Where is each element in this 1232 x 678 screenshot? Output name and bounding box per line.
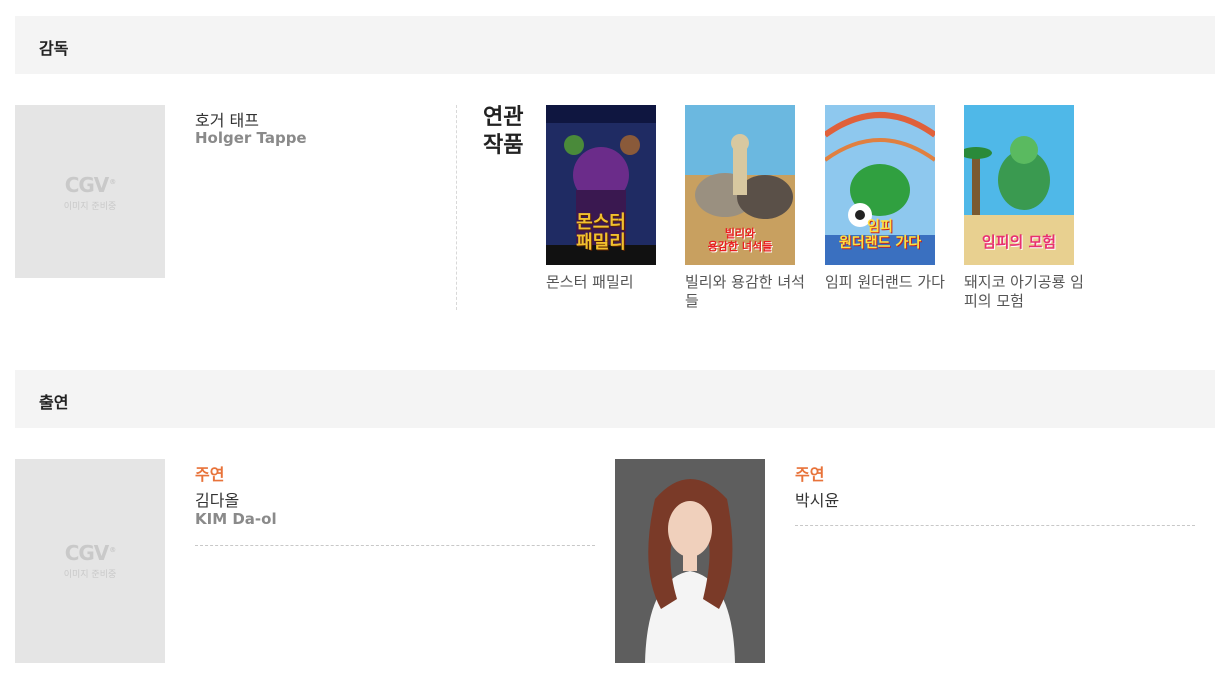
actor-role: 주연 xyxy=(795,465,825,484)
director-section-title: 감독 xyxy=(39,39,69,58)
director-name-en: Holger Tappe xyxy=(195,129,307,147)
poster-title-art: 임피 원더랜드 가다 xyxy=(838,219,922,251)
cgv-logo: CGV® xyxy=(64,173,117,197)
cast-section-header: 출연 xyxy=(15,370,1215,428)
director-photo-placeholder[interactable]: CGV® 이미지 준비중 xyxy=(15,105,165,278)
actor-photo-placeholder[interactable]: CGV® 이미지 준비중 xyxy=(15,459,165,663)
actor-name-en: KIM Da-ol xyxy=(195,510,277,528)
image-preparing-text: 이미지 준비중 xyxy=(63,570,117,580)
image-preparing-text: 이미지 준비중 xyxy=(63,202,117,212)
related-work-poster[interactable]: 임피의 모험 xyxy=(964,105,1074,265)
actor-photo-art xyxy=(615,459,765,663)
actor-photo[interactable] xyxy=(615,459,765,663)
actor-name-ko[interactable]: 김다올 xyxy=(195,487,239,511)
actor-divider xyxy=(195,545,595,546)
poster-title-art: 빌리와 용감한 녀석들 xyxy=(707,227,773,253)
poster-title-art: 몬스터 패밀리 xyxy=(576,212,626,253)
related-work-title[interactable]: 빌리와 용감한 녀석들 xyxy=(685,273,815,311)
actor-name-ko[interactable]: 박시윤 xyxy=(795,487,839,511)
poster-title-art: 임피의 모험 xyxy=(981,233,1057,251)
actor-divider xyxy=(795,525,1195,526)
related-works-label: 연관 작품 xyxy=(483,105,524,158)
related-work-title[interactable]: 돼지코 아기공룡 임피의 모험 xyxy=(964,273,1094,311)
actor-role: 주연 xyxy=(195,465,225,484)
director-name-ko[interactable]: 호거 태프 xyxy=(195,107,259,131)
vertical-divider xyxy=(456,105,457,310)
related-work-poster[interactable]: 몬스터 패밀리 xyxy=(546,105,656,265)
related-work-title[interactable]: 몬스터 패밀리 xyxy=(546,273,676,292)
director-section-header: 감독 xyxy=(15,16,1215,74)
cast-section-title: 출연 xyxy=(39,393,69,412)
cgv-logo: CGV® xyxy=(64,541,117,565)
related-work-poster[interactable]: 임피 원더랜드 가다 xyxy=(825,105,935,265)
related-work-poster[interactable]: 빌리와 용감한 녀석들 xyxy=(685,105,795,265)
related-work-title[interactable]: 임피 원더랜드 가다 xyxy=(825,273,955,292)
